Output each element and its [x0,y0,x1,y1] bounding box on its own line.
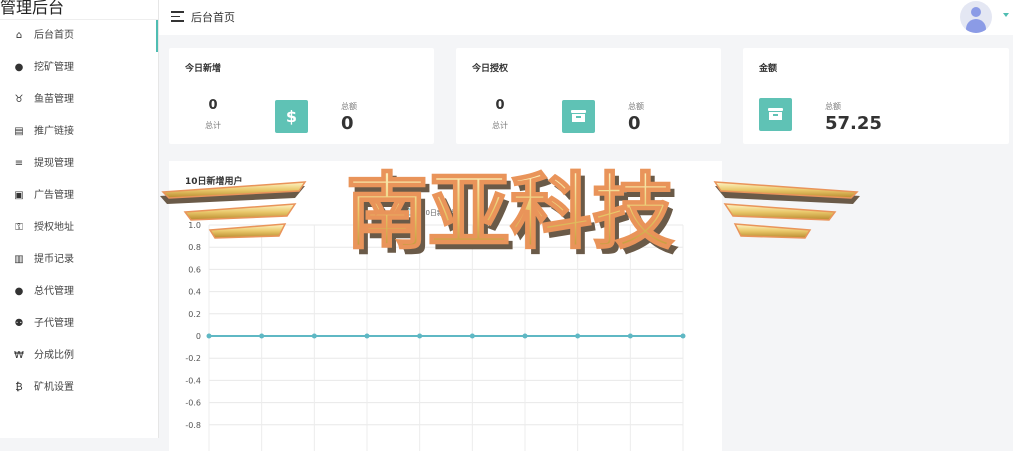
sidebar-item-7[interactable]: ▥ 提币记录 [0,244,158,276]
card-sum-label: 总额 [628,102,644,111]
data-point[interactable] [469,333,475,339]
sidebar-item-label: 鱼苗管理 [34,94,74,105]
topbar: 后台首页 [159,0,1013,35]
sidebar-item-label: 提现管理 [34,158,74,169]
sidebar-item-label: 后台首页 [34,30,74,41]
data-point[interactable] [259,333,265,339]
chart-card: 10日新增用户 1.0 0.8 0.6 0.4 0.2 0 -0.2 -0.4 -0.6 -0.8… [169,161,722,451]
card-count-label: 总计 [205,121,221,130]
sidebar-item-11[interactable]: ₿ 矿机设置 [0,372,158,404]
page-title: 后台首页 [191,11,235,24]
sidebar-item-5[interactable]: ▣ 广告管理 [0,180,158,212]
y-tick-label: -0.6 [185,399,201,408]
sidebar-item-9[interactable]: ⚉ 子代管理 [0,308,158,340]
sidebar-item-1[interactable]: ● 挖矿管理 [0,52,158,84]
y-tick-label: 0.2 [188,310,201,319]
sidebar-item-label: 子代管理 [34,318,74,329]
card-title: 今日新增 [185,64,222,74]
card-auth: 今日授权 0 总计 总额 0 [456,48,721,144]
card-sum: 57.25 [825,113,882,134]
dollar-icon: $ [275,100,308,133]
data-point[interactable] [364,333,370,339]
user-icon: ● [14,62,24,73]
card-count: 0 [208,98,218,113]
y-tick-label: -0.4 [185,376,201,385]
data-point[interactable] [417,333,423,339]
key-icon: ⚿ [15,222,23,233]
card-amount: 金额 总额 57.25 [743,48,1009,144]
fish-icon: ♉ [14,94,24,105]
user-icon: ● [14,286,24,297]
card-sum: 0 [341,113,354,134]
won-icon: ₩ [14,350,24,361]
y-tick-label: -0.8 [185,421,201,430]
bitcoin-icon: ₿ [15,382,23,393]
sidebar-item-0[interactable]: ⌂ 后台首页 [0,20,158,52]
file-icon: ▤ [14,126,24,137]
sidebar-item-label: 推广链接 [34,126,74,137]
sidebar-item-label: 提币记录 [34,254,74,265]
right-wing-icon [713,181,860,239]
sidebar-item-label: 广告管理 [34,190,74,201]
home-icon: ⌂ [15,30,23,41]
card-count-label: 总计 [492,121,508,130]
legend-swatch[interactable] [406,208,418,216]
data-point[interactable] [522,333,528,339]
sidebar-item-label: 授权地址 [34,222,74,233]
data-point[interactable] [206,333,212,339]
sidebar-item-3[interactable]: ▤ 推广链接 [0,116,158,148]
y-tick-label: 0.6 [188,265,201,274]
avatar-icon[interactable] [960,1,992,33]
data-point[interactable] [575,333,581,339]
y-tick-label: 1.0 [188,221,201,230]
hamburger-icon[interactable] [171,11,184,25]
y-tick-label: 0.4 [188,288,201,297]
card-title: 今日授权 [472,64,509,74]
card-title: 金额 [759,64,778,74]
legend-label[interactable]: 10日新增用户 [421,208,465,217]
sidebar-item-2[interactable]: ♉ 鱼苗管理 [0,84,158,116]
sidebar: 管理后台 ⌂ 后台首页 ● 挖矿管理 ♉ 鱼苗管理 ▤ 推广链接 ≡ 提现管理 ▣ 广告管理 ⚿ 授权地址… [0,0,159,438]
sidebar-menu: ⌂ 后台首页 ● 挖矿管理 ♉ 鱼苗管理 ▤ 推广链接 ≡ 提现管理 ▣ 广告管理 ⚿ 授权地址 ▥ 提币记录… [0,20,158,404]
list-icon: ≡ [14,158,24,169]
card-sum-label: 总额 [341,102,357,111]
app-title: 管理后台 [0,0,158,20]
sidebar-item-8[interactable]: ● 总代管理 [0,276,158,308]
chevron-down-icon[interactable] [1003,13,1009,17]
sidebar-item-6[interactable]: ⚿ 授权地址 [0,212,158,244]
data-point[interactable] [627,333,633,339]
group-icon: ⚉ [14,318,24,329]
y-tick-label: -0.2 [185,354,201,363]
data-point[interactable] [311,333,317,339]
sidebar-item-label: 总代管理 [34,286,74,297]
card-sum-label: 总额 [825,102,841,111]
sidebar-item-label: 矿机设置 [34,382,74,393]
line-chart: 1.0 0.8 0.6 0.4 0.2 0 -0.2 -0.4 -0.6 -0.8 10日新增用户 [185,208,686,451]
ad-icon: ▣ [14,190,24,201]
y-tick-label: 0 [196,332,201,341]
sidebar-item-label: 挖矿管理 [34,62,74,73]
y-tick-label: 0.8 [188,243,201,252]
card-count: 0 [495,98,505,113]
archive-icon [759,98,792,131]
record-icon: ▥ [14,254,24,265]
archive-icon [562,100,595,133]
card-new-users: 今日新增 0 总计 $ 总额 0 [169,48,434,144]
sidebar-item-label: 分成比例 [34,350,74,361]
card-sum: 0 [628,113,641,134]
data-point[interactable] [680,333,686,339]
sidebar-item-10[interactable]: ₩ 分成比例 [0,340,158,372]
sidebar-item-4[interactable]: ≡ 提现管理 [0,148,158,180]
